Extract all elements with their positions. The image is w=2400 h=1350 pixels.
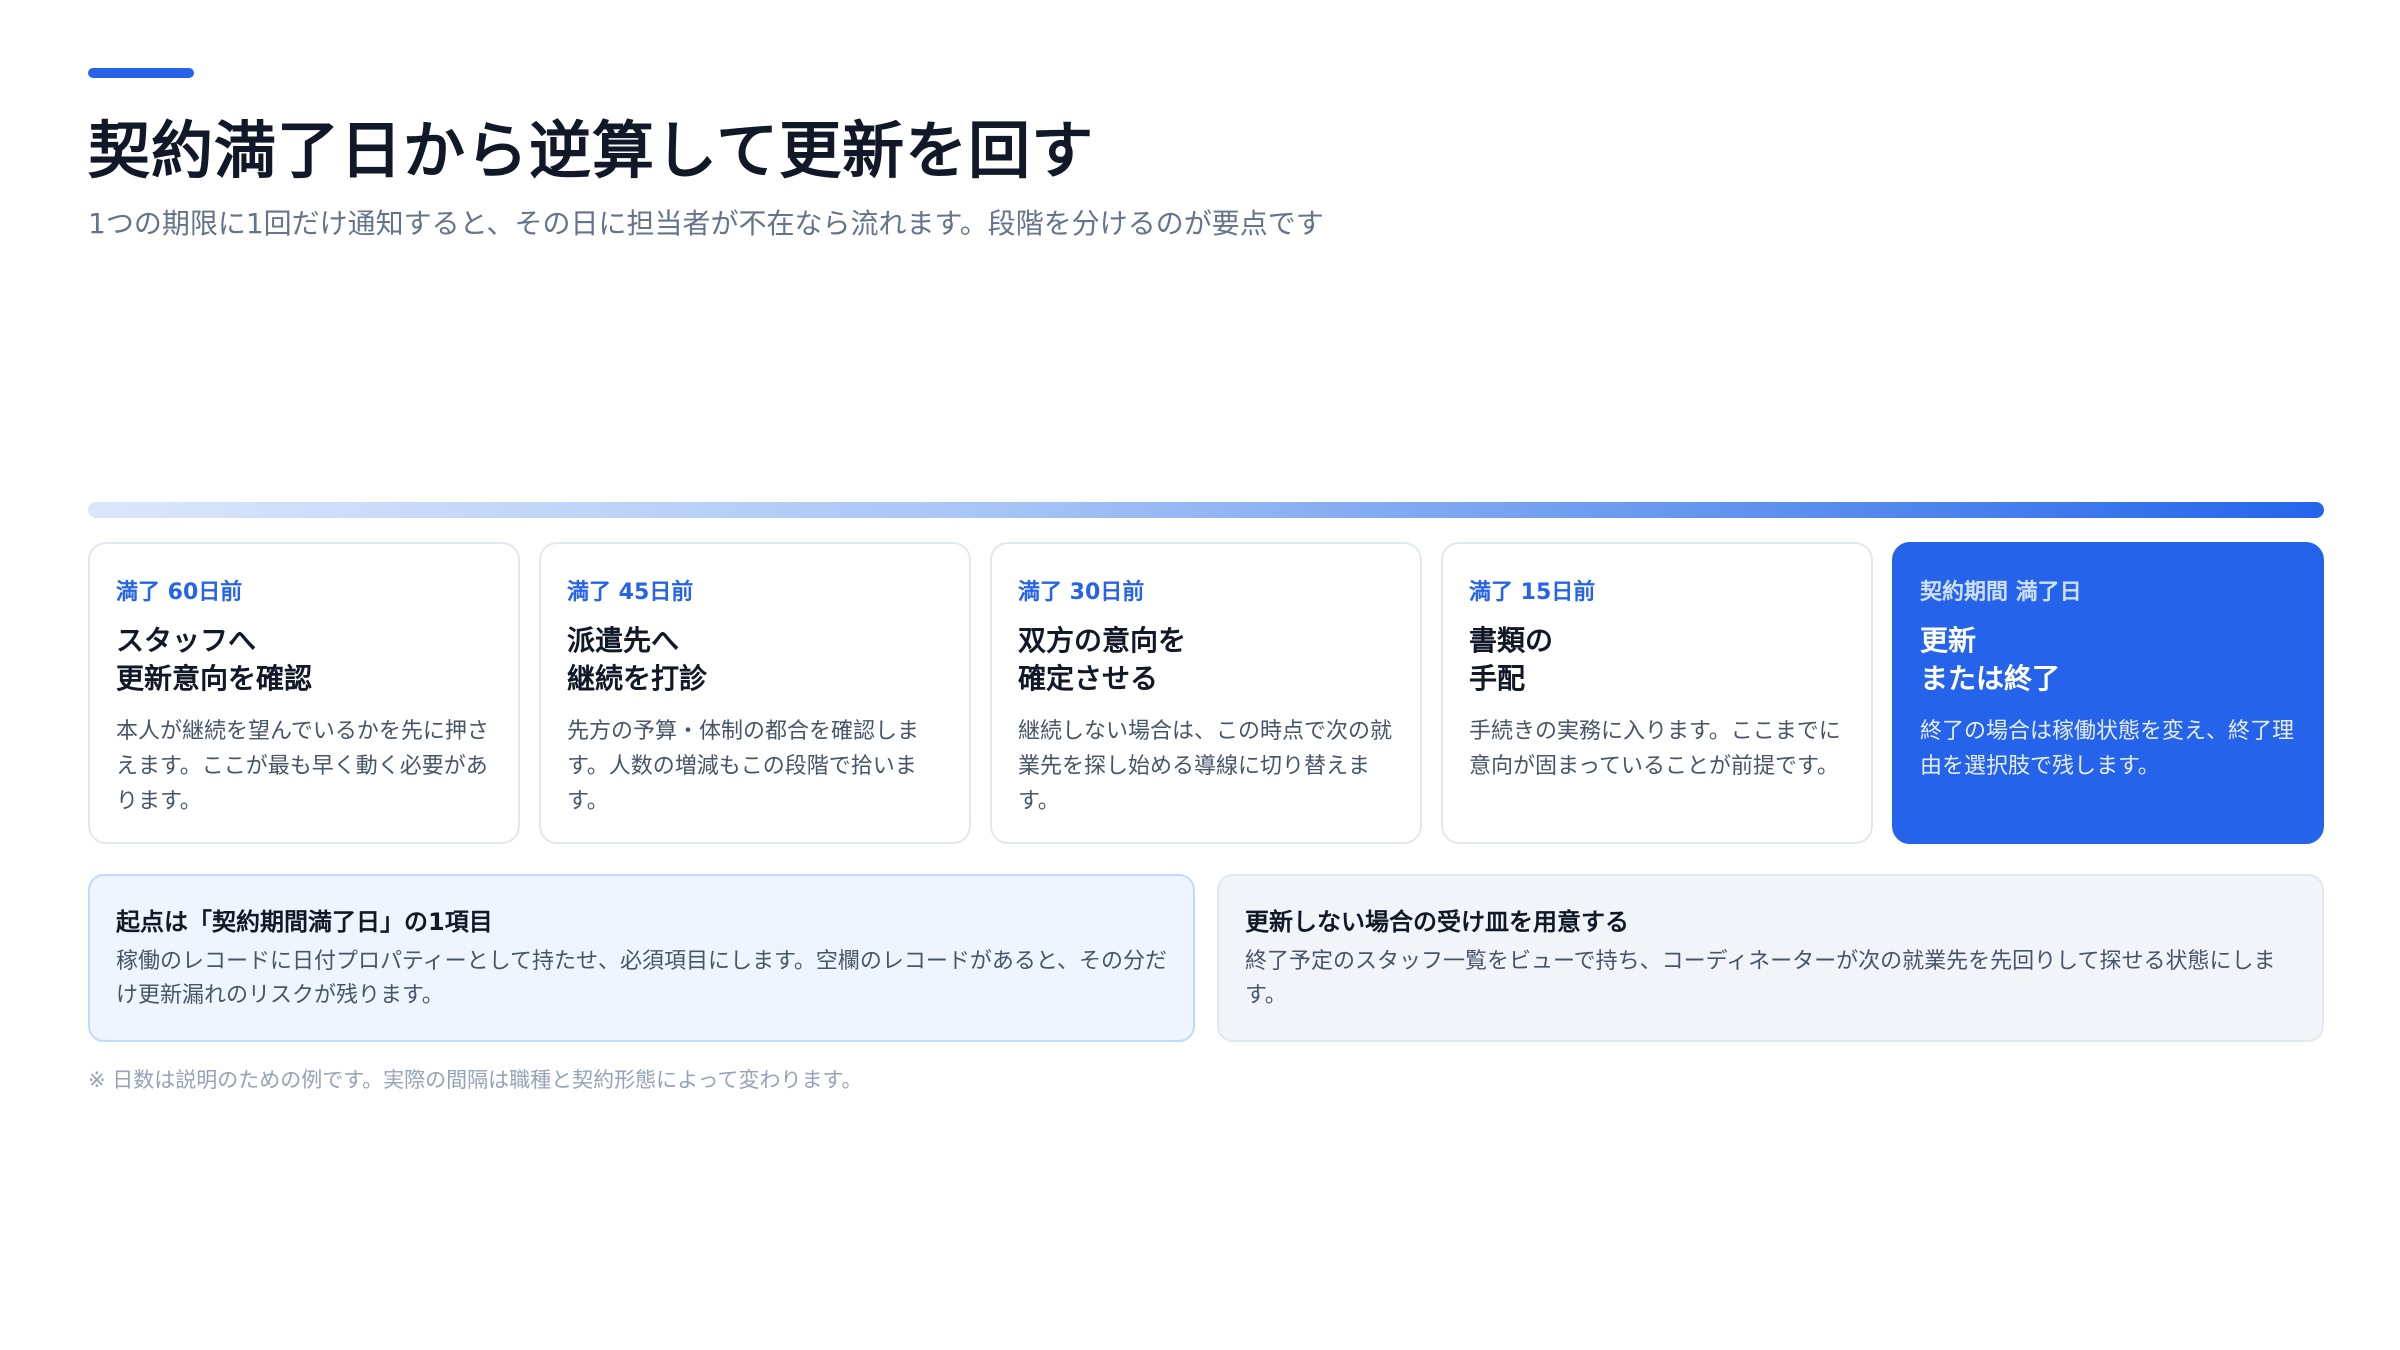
step-title-line: 派遣先へ (567, 624, 680, 657)
note-title: 起点は「契約期間満了日」の1項目 (116, 908, 493, 936)
step-title: 双方の意向を 確定させる (1018, 622, 1394, 698)
step-title-line: 継続を打診 (567, 662, 708, 695)
step-label: 満了 45日前 (567, 580, 694, 605)
step-card-15-days: 満了 15日前 書類の 手配 手続きの実務に入ります。ここまでに意向が固まってい… (1441, 542, 1873, 844)
step-title: 書類の 手配 (1469, 622, 1845, 698)
step-title: 派遣先へ 継続を打診 (567, 622, 943, 698)
step-title-line: 書類の (1469, 624, 1554, 657)
step-description: 先方の予算・体制の都合を確認します。人数の増減もこの段階で拾います。 (567, 719, 920, 814)
step-title-line: 手配 (1469, 662, 1526, 695)
step-title-line: 更新 (1920, 624, 1977, 657)
page-title: 契約満了日から逆算して更新を回す (88, 114, 1095, 187)
step-title-line: 確定させる (1018, 662, 1159, 695)
note-text: 稼働のレコードに日付プロパティーとして持たせ、必須項目にします。空欄のレコードが… (116, 949, 1167, 1008)
note-start-field: 起点は「契約期間満了日」の1項目 稼働のレコードに日付プロパティーとして持たせ、… (88, 874, 1195, 1042)
step-description: 手続きの実務に入ります。ここまでに意向が固まっていることが前提です。 (1469, 719, 1841, 779)
step-card-expiry-day: 契約期間 満了日 更新 または終了 終了の場合は稼働状態を変え、終了理由を選択肢… (1892, 542, 2324, 844)
timeline-steps: 満了 60日前 スタッフへ 更新意向を確認 本人が継続を望んでいるかを先に押さえ… (88, 542, 2324, 844)
note-fallback: 更新しない場合の受け皿を用意する 終了予定のスタッフ一覧をビューで持ち、コーディ… (1217, 874, 2324, 1042)
step-title-line: または終了 (1920, 662, 2061, 695)
step-title-line: 双方の意向を (1018, 624, 1187, 657)
step-label: 契約期間 満了日 (1920, 580, 2082, 605)
step-card-60-days: 満了 60日前 スタッフへ 更新意向を確認 本人が継続を望んでいるかを先に押さえ… (88, 542, 520, 844)
note-text: 終了予定のスタッフ一覧をビューで持ち、コーディネーターが次の就業先を先回りして探… (1245, 949, 2276, 1008)
step-description: 終了の場合は稼働状態を変え、終了理由を選択肢で残します。 (1920, 719, 2295, 779)
step-title: 更新 または終了 (1920, 622, 2296, 698)
step-title-line: スタッフへ (116, 624, 257, 657)
timeline-gradient-bar (88, 502, 2324, 518)
notes-row: 起点は「契約期間満了日」の1項目 稼働のレコードに日付プロパティーとして持たせ、… (88, 874, 2324, 1042)
step-description: 本人が継続を望んでいるかを先に押さえます。ここが最も早く動く必要があります。 (116, 719, 489, 814)
step-title: スタッフへ 更新意向を確認 (116, 622, 492, 698)
title-accent-bar (88, 68, 194, 78)
step-title-line: 更新意向を確認 (116, 662, 313, 695)
note-title: 更新しない場合の受け皿を用意する (1245, 908, 1629, 936)
footnote: ※ 日数は説明のための例です。実際の間隔は職種と契約形態によって変わります。 (88, 1068, 863, 1092)
step-label: 満了 30日前 (1018, 580, 1145, 605)
step-label: 満了 15日前 (1469, 580, 1596, 605)
step-card-30-days: 満了 30日前 双方の意向を 確定させる 継続しない場合は、この時点で次の就業先… (990, 542, 1422, 844)
step-card-45-days: 満了 45日前 派遣先へ 継続を打診 先方の予算・体制の都合を確認します。人数の… (539, 542, 971, 844)
step-label: 満了 60日前 (116, 580, 243, 605)
step-description: 継続しない場合は、この時点で次の就業先を探し始める導線に切り替えます。 (1018, 719, 1393, 814)
page-subtitle: 1つの期限に1回だけ通知すると、その日に担当者が不在なら流れます。段階を分けるの… (88, 207, 1324, 240)
